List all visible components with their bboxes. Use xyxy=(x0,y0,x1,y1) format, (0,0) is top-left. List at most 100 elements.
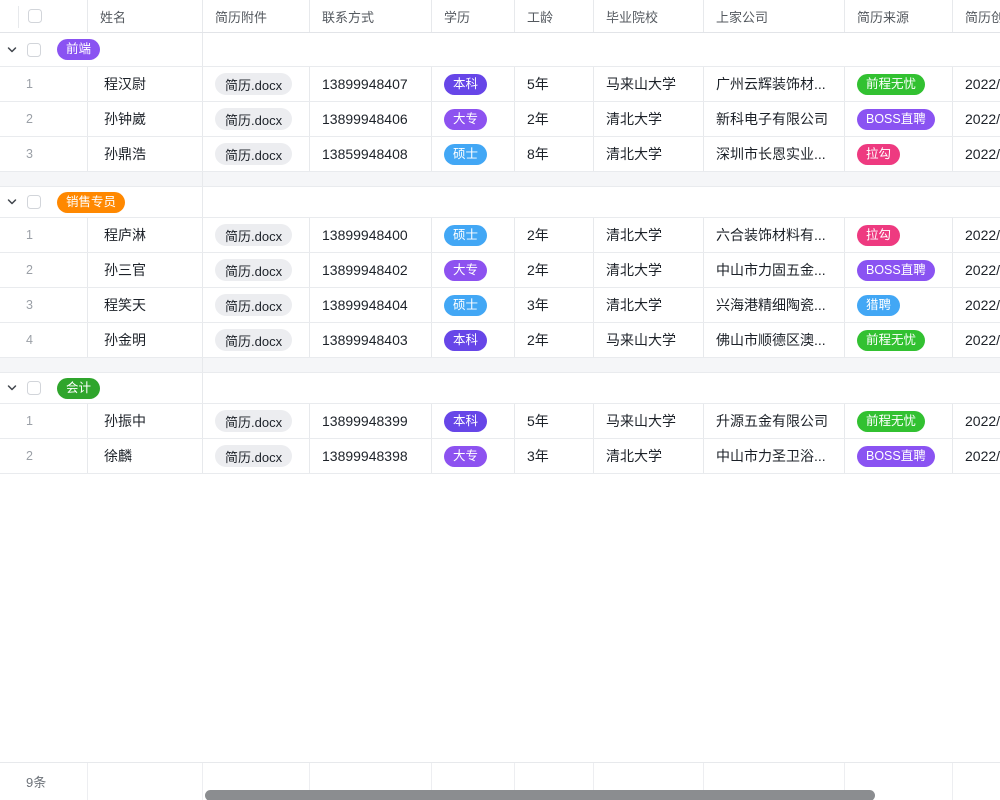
cell-attachment[interactable]: 简历.docx xyxy=(203,323,310,357)
group-checkbox[interactable] xyxy=(27,195,41,209)
cell-company[interactable]: 新科电子有限公司 xyxy=(704,102,845,136)
cell-created[interactable]: 2022/ xyxy=(953,218,1000,252)
column-header-education[interactable]: 学历 xyxy=(432,0,515,32)
cell-years[interactable]: 2年 xyxy=(515,323,594,357)
cell-name[interactable]: 孙金明 xyxy=(88,323,203,357)
cell-name[interactable]: 孙鼎浩 xyxy=(88,137,203,171)
cell-company[interactable]: 中山市力固五金... xyxy=(704,253,845,287)
attachment-chip[interactable]: 简历.docx xyxy=(215,108,292,130)
cell-created[interactable]: 2022/ xyxy=(953,404,1000,438)
cell-attachment[interactable]: 简历.docx xyxy=(203,439,310,473)
cell-attachment[interactable]: 简历.docx xyxy=(203,102,310,136)
cell-name[interactable]: 程笑天 xyxy=(88,288,203,322)
attachment-chip[interactable]: 简历.docx xyxy=(215,143,292,165)
cell-company[interactable]: 中山市力圣卫浴... xyxy=(704,439,845,473)
cell-school[interactable]: 清北大学 xyxy=(594,102,704,136)
cell-phone[interactable]: 13899948400 xyxy=(310,218,432,252)
cell-created[interactable]: 2022/ xyxy=(953,253,1000,287)
cell-years[interactable]: 8年 xyxy=(515,137,594,171)
cell-company[interactable]: 六合装饰材料有... xyxy=(704,218,845,252)
column-header-name[interactable]: 姓名 xyxy=(88,0,203,32)
cell-education[interactable]: 大专 xyxy=(432,253,515,287)
chevron-down-icon[interactable] xyxy=(6,382,18,394)
column-header-school[interactable]: 毕业院校 xyxy=(594,0,704,32)
cell-phone[interactable]: 13899948399 xyxy=(310,404,432,438)
cell-attachment[interactable]: 简历.docx xyxy=(203,137,310,171)
cell-name[interactable]: 程庐淋 xyxy=(88,218,203,252)
cell-years[interactable]: 5年 xyxy=(515,67,594,101)
column-header-created[interactable]: 简历创建时间 xyxy=(953,0,1000,32)
cell-name[interactable]: 孙三官 xyxy=(88,253,203,287)
cell-created[interactable]: 2022/ xyxy=(953,439,1000,473)
cell-years[interactable]: 2年 xyxy=(515,102,594,136)
cell-school[interactable]: 马来山大学 xyxy=(594,67,704,101)
cell-created[interactable]: 2022/ xyxy=(953,102,1000,136)
attachment-chip[interactable]: 简历.docx xyxy=(215,224,292,246)
attachment-chip[interactable]: 简历.docx xyxy=(215,445,292,467)
chevron-down-icon[interactable] xyxy=(6,196,18,208)
cell-education[interactable]: 硕士 xyxy=(432,218,515,252)
cell-source[interactable]: 拉勾 xyxy=(845,137,953,171)
cell-attachment[interactable]: 简历.docx xyxy=(203,288,310,322)
cell-phone[interactable]: 13899948407 xyxy=(310,67,432,101)
cell-years[interactable]: 2年 xyxy=(515,218,594,252)
cell-created[interactable]: 2022/ xyxy=(953,67,1000,101)
cell-phone[interactable]: 13859948408 xyxy=(310,137,432,171)
column-header-years[interactable]: 工龄 xyxy=(515,0,594,32)
cell-source[interactable]: 拉勾 xyxy=(845,218,953,252)
attachment-chip[interactable]: 简历.docx xyxy=(215,329,292,351)
cell-attachment[interactable]: 简历.docx xyxy=(203,253,310,287)
cell-phone[interactable]: 13899948406 xyxy=(310,102,432,136)
cell-years[interactable]: 3年 xyxy=(515,288,594,322)
column-header-select[interactable] xyxy=(0,0,88,32)
cell-years[interactable]: 3年 xyxy=(515,439,594,473)
cell-created[interactable]: 2022/ xyxy=(953,137,1000,171)
cell-name[interactable]: 孙钟崴 xyxy=(88,102,203,136)
cell-company[interactable]: 升源五金有限公司 xyxy=(704,404,845,438)
cell-company[interactable]: 兴海港精细陶瓷... xyxy=(704,288,845,322)
attachment-chip[interactable]: 简历.docx xyxy=(215,73,292,95)
cell-company[interactable]: 深圳市长恩实业... xyxy=(704,137,845,171)
cell-education[interactable]: 大专 xyxy=(432,102,515,136)
cell-education[interactable]: 硕士 xyxy=(432,137,515,171)
column-header-phone[interactable]: 联系方式 xyxy=(310,0,432,32)
cell-education[interactable]: 本科 xyxy=(432,404,515,438)
cell-source[interactable]: 前程无忧 xyxy=(845,323,953,357)
cell-education[interactable]: 本科 xyxy=(432,67,515,101)
cell-name[interactable]: 程汉尉 xyxy=(88,67,203,101)
cell-attachment[interactable]: 简历.docx xyxy=(203,67,310,101)
cell-source[interactable]: 猎聘 xyxy=(845,288,953,322)
cell-phone[interactable]: 13899948398 xyxy=(310,439,432,473)
cell-school[interactable]: 清北大学 xyxy=(594,439,704,473)
attachment-chip[interactable]: 简历.docx xyxy=(215,410,292,432)
cell-education[interactable]: 大专 xyxy=(432,439,515,473)
column-header-source[interactable]: 简历来源 xyxy=(845,0,953,32)
group-checkbox[interactable] xyxy=(27,381,41,395)
column-header-attachment[interactable]: 简历附件 xyxy=(203,0,310,32)
cell-years[interactable]: 2年 xyxy=(515,253,594,287)
cell-school[interactable]: 清北大学 xyxy=(594,288,704,322)
cell-created[interactable]: 2022/ xyxy=(953,288,1000,322)
cell-phone[interactable]: 13899948402 xyxy=(310,253,432,287)
cell-source[interactable]: BOSS直聘 xyxy=(845,439,953,473)
cell-school[interactable]: 清北大学 xyxy=(594,253,704,287)
group-checkbox[interactable] xyxy=(27,43,41,57)
cell-name[interactable]: 徐麟 xyxy=(88,439,203,473)
cell-education[interactable]: 硕士 xyxy=(432,288,515,322)
cell-source[interactable]: BOSS直聘 xyxy=(845,253,953,287)
cell-school[interactable]: 马来山大学 xyxy=(594,323,704,357)
cell-education[interactable]: 本科 xyxy=(432,323,515,357)
cell-phone[interactable]: 13899948403 xyxy=(310,323,432,357)
cell-source[interactable]: 前程无忧 xyxy=(845,404,953,438)
column-header-company[interactable]: 上家公司 xyxy=(704,0,845,32)
attachment-chip[interactable]: 简历.docx xyxy=(215,294,292,316)
cell-name[interactable]: 孙振中 xyxy=(88,404,203,438)
cell-created[interactable]: 2022/ xyxy=(953,323,1000,357)
attachment-chip[interactable]: 简历.docx xyxy=(215,259,292,281)
chevron-down-icon[interactable] xyxy=(6,44,18,56)
cell-school[interactable]: 清北大学 xyxy=(594,218,704,252)
select-all-checkbox[interactable] xyxy=(28,9,42,23)
cell-company[interactable]: 广州云辉装饰材... xyxy=(704,67,845,101)
cell-source[interactable]: BOSS直聘 xyxy=(845,102,953,136)
horizontal-scrollbar-thumb[interactable] xyxy=(205,790,875,800)
